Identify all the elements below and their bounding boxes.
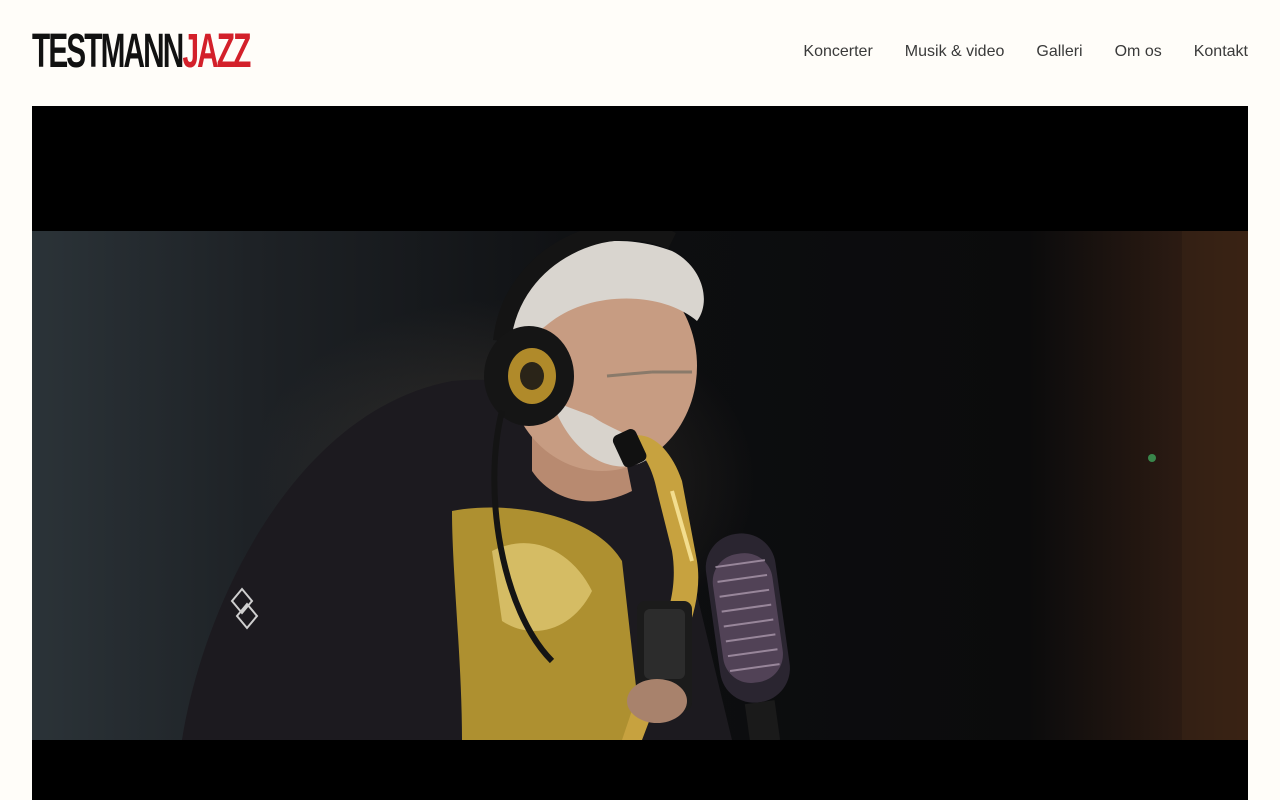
site-header: TESTMANN JAZZ Koncerter Musik & video Gal… xyxy=(0,0,1280,106)
nav-item-koncerter[interactable]: Koncerter xyxy=(803,42,872,62)
site-logo[interactable]: TESTMANN JAZZ xyxy=(32,25,251,78)
main-nav: Koncerter Musik & video Galleri Om os Ko… xyxy=(803,42,1248,62)
nav-item-kontakt[interactable]: Kontakt xyxy=(1194,42,1248,62)
nav-item-om-os[interactable]: Om os xyxy=(1115,42,1162,62)
saxophonist-illustration xyxy=(182,231,1248,740)
nav-item-galleri[interactable]: Galleri xyxy=(1036,42,1082,62)
video-frame xyxy=(32,231,1248,740)
logo-text-accent: JAZZ xyxy=(182,25,251,78)
hero-video[interactable] xyxy=(32,106,1248,800)
logo-text-main: TESTMANN xyxy=(32,25,184,78)
nav-item-musik-video[interactable]: Musik & video xyxy=(905,42,1005,62)
